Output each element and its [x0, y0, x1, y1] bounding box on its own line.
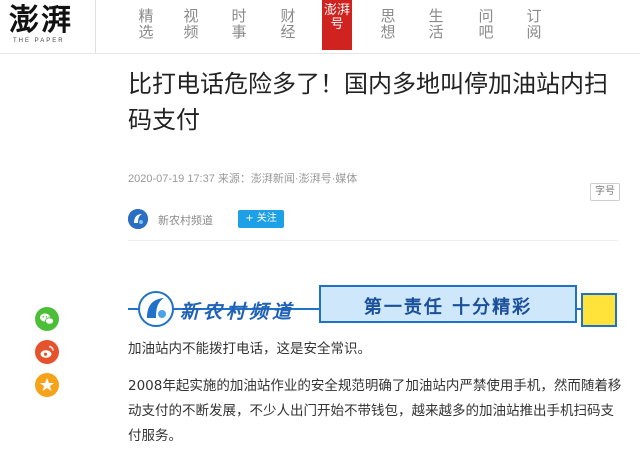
nav-label-line2: 阅	[526, 23, 542, 41]
nav-label-line2: 活	[428, 23, 444, 41]
banner-slogan: 第一责任 十分精彩	[363, 297, 533, 318]
nav-item-news[interactable]: 时 事	[228, 8, 250, 40]
nav-label-line1: 精	[138, 7, 154, 25]
channel-banner-image: 新农村频道 第一责任 十分精彩	[128, 283, 618, 335]
follow-button[interactable]: + 关注	[238, 210, 284, 228]
article-paragraph: 2008年起实施的加油站作业的安全规范明确了加油站内严禁使用手机，然而随着移动支…	[128, 378, 622, 444]
nav-item-video[interactable]: 视 频	[180, 8, 202, 40]
qzone-icon	[35, 373, 59, 397]
channel-logo-icon	[138, 291, 174, 327]
font-size-button[interactable]: 字号	[590, 183, 620, 201]
nav-label-line2: 经	[280, 23, 296, 41]
logo-text: 澎湃	[9, 3, 73, 38]
site-logo[interactable]: 澎湃 THE PAPER	[0, 0, 95, 53]
banner-channel-name: 新农村频道	[180, 301, 296, 323]
nav-item-subscribe[interactable]: 订 阅	[523, 8, 545, 40]
nav-item-life[interactable]: 生 活	[425, 8, 447, 40]
nav-item-pengpaihao[interactable]: 澎湃 号	[322, 0, 352, 50]
nav-label-line1: 问	[478, 7, 494, 25]
nav-item-jingxuan[interactable]: 精 选	[135, 8, 157, 40]
nav-label-line2: 事	[231, 23, 247, 41]
author-name[interactable]: 新农村频道	[158, 212, 213, 228]
weibo-icon	[35, 340, 59, 364]
article-title: 比打电话危险多了！国内多地叫停加油站内扫码支付	[128, 70, 608, 134]
author-avatar[interactable]	[128, 209, 148, 229]
nav-label-line2: 选	[138, 23, 154, 41]
nav-label-line1: 澎湃	[323, 3, 350, 18]
nav-label-line2: 频	[183, 23, 199, 41]
article-paragraph: 加油站内不能拨打电话，这是安全常识。	[128, 341, 371, 357]
nav-label-line1: 时	[231, 7, 247, 25]
article-meta: 2020-07-19 17:37 来源：澎湃新闻·澎湃号·媒体	[128, 173, 358, 185]
nav-label-line1: 生	[428, 7, 444, 25]
wechat-icon	[35, 307, 59, 331]
nav-label-line2: 号	[330, 17, 344, 32]
nav-label-line1: 视	[183, 7, 199, 25]
nav-label-line1: 订	[526, 7, 542, 25]
nav-item-thought[interactable]: 思 想	[377, 8, 399, 40]
weibo-share-button[interactable]	[35, 340, 59, 364]
nav-item-wenba[interactable]: 问 吧	[475, 8, 497, 40]
banner-yellow-block	[581, 293, 617, 327]
nav-label-line1: 财	[280, 7, 296, 25]
header-divider	[128, 240, 618, 241]
nav-label-line2: 吧	[478, 23, 494, 41]
wechat-share-button[interactable]	[35, 307, 59, 331]
nav-label-line2: 想	[380, 23, 396, 41]
site-header: 澎湃 THE PAPER 精 选 视 频 时 事 财 经 澎湃 号 思 想 生	[0, 0, 640, 54]
logo-subtitle: THE PAPER	[13, 38, 65, 44]
nav-item-finance[interactable]: 财 经	[277, 8, 299, 40]
qzone-share-button[interactable]	[35, 373, 59, 397]
logo-divider	[95, 0, 96, 53]
author-avatar-icon	[128, 209, 148, 229]
nav-label-line1: 思	[380, 7, 396, 25]
